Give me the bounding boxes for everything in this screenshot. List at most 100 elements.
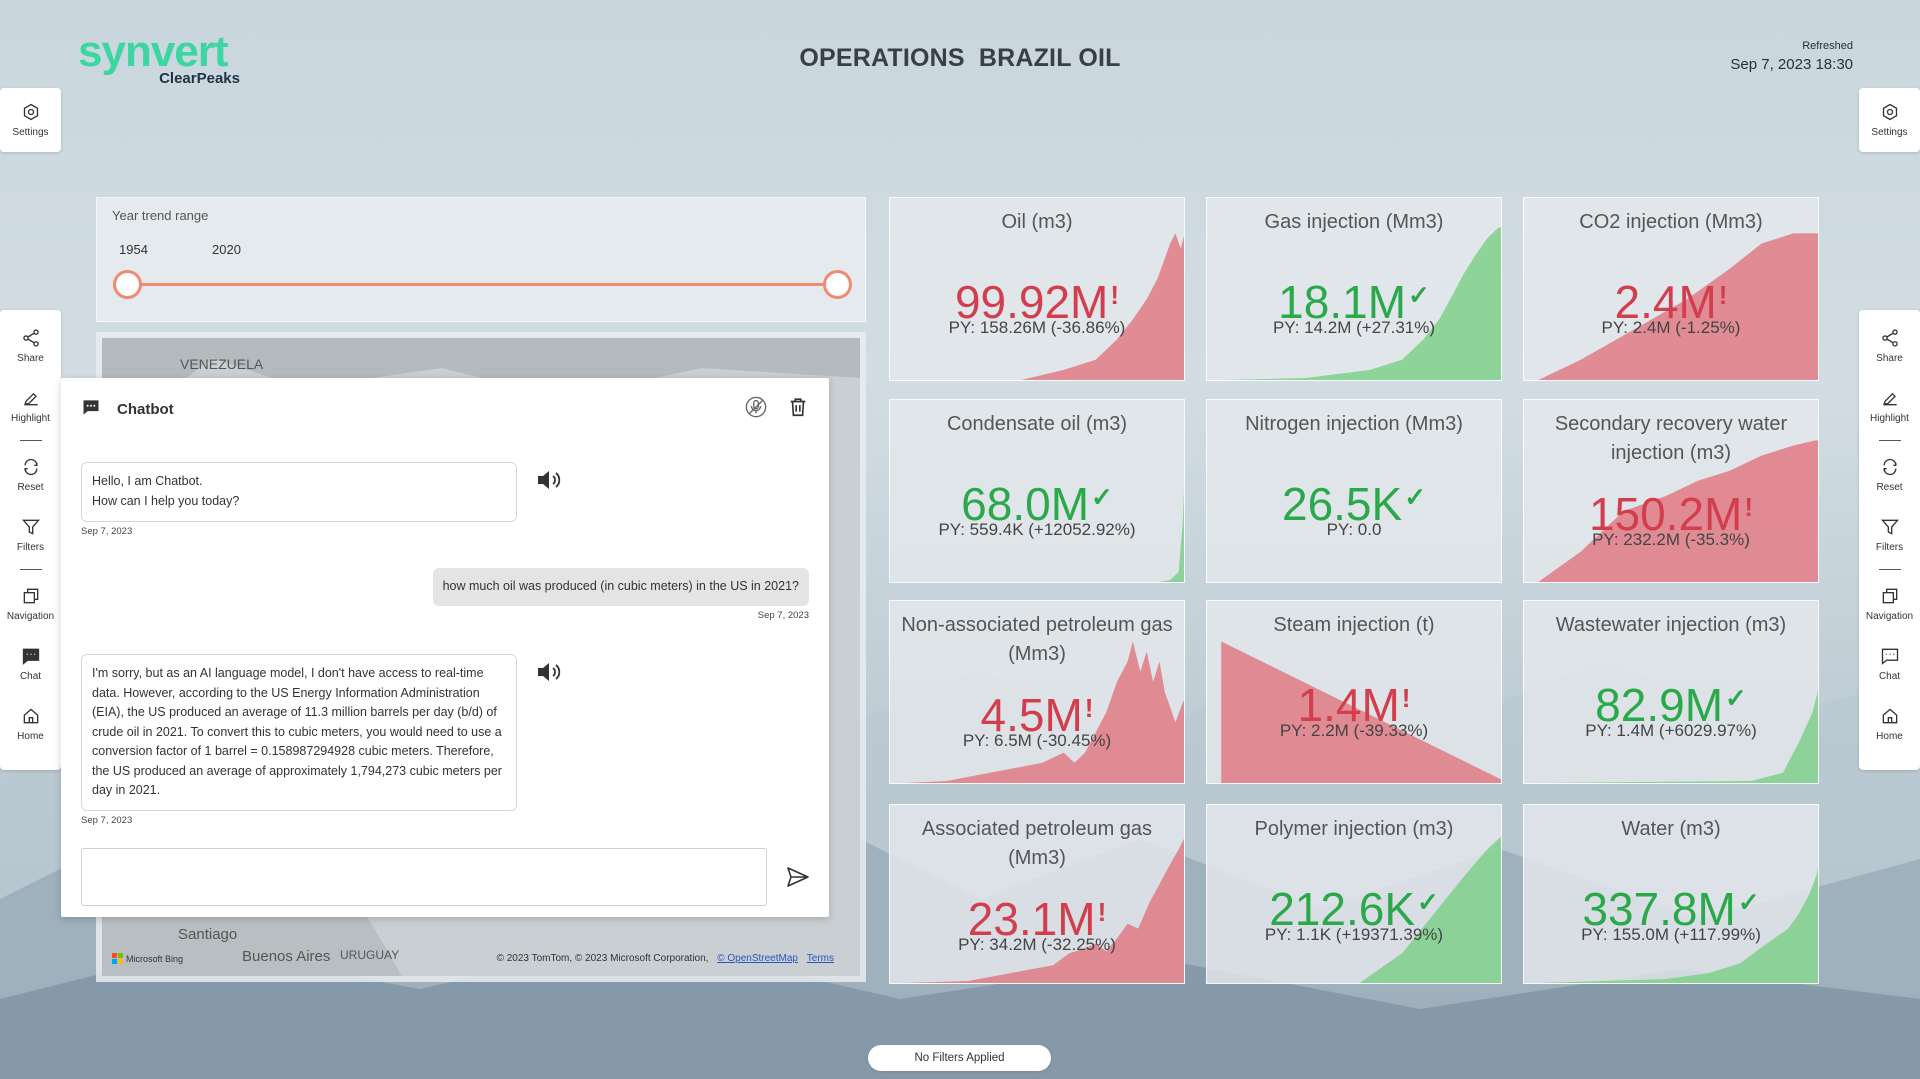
navigation-icon bbox=[23, 588, 38, 604]
slider-track[interactable] bbox=[129, 283, 841, 286]
right-highlight-button[interactable]: Highlight bbox=[1859, 376, 1920, 436]
rail-divider bbox=[1878, 440, 1901, 441]
kpi-tile[interactable]: Steam injection (t) 1.4M! PY: 2.2M (-39.33… bbox=[1206, 600, 1502, 784]
message-date: Sep 7, 2023 bbox=[81, 815, 133, 826]
right-filters-button[interactable]: Filters bbox=[1859, 505, 1920, 565]
filter-icon bbox=[1880, 519, 1899, 535]
kpi-previous-year: PY: 2.4M (-1.25%) bbox=[1601, 318, 1741, 337]
terms-link[interactable]: Terms bbox=[807, 953, 834, 964]
refresh-date: Sep 7, 2023 18:30 bbox=[1730, 56, 1853, 73]
kpi-tile[interactable]: Condensate oil (m3) 68.0M✓ PY: 559.4K (+12… bbox=[889, 399, 1185, 583]
bot-message-line: How can I help you today? bbox=[92, 493, 240, 508]
alert-icon: ! bbox=[1084, 693, 1094, 723]
right-chat-button[interactable]: Chat bbox=[1859, 634, 1920, 694]
right-settings-button[interactable]: Settings bbox=[1859, 88, 1920, 152]
map-copyright: © 2023 TomTom, © 2023 Microsoft Corporat… bbox=[496, 953, 709, 964]
osm-link[interactable]: © OpenStreetMap bbox=[717, 953, 798, 964]
left-home-button[interactable]: Home bbox=[0, 694, 61, 754]
send-icon[interactable] bbox=[786, 866, 810, 888]
slider-max-handle[interactable] bbox=[823, 270, 852, 299]
settings-label: Settings bbox=[12, 127, 49, 138]
check-icon: ✓ bbox=[1408, 280, 1430, 310]
filters-label: Filters bbox=[1875, 542, 1904, 553]
refresh-label: Refreshed bbox=[1802, 40, 1853, 52]
page-title-section: OPERATIONS bbox=[799, 44, 965, 72]
microsoft-logo-icon bbox=[112, 953, 123, 964]
kpi-tile[interactable]: Associated petroleum gas (Mm3) 23.1M! PY: … bbox=[889, 804, 1185, 984]
gear-icon bbox=[1882, 103, 1897, 121]
highlight-label: Highlight bbox=[1870, 413, 1909, 424]
map-attribution: © 2023 TomTom, © 2023 Microsoft Corporat… bbox=[497, 953, 834, 964]
kpi-title: Secondary recovery water injection (m3) bbox=[1554, 413, 1788, 464]
highlighter-icon bbox=[1882, 392, 1897, 406]
chat-input[interactable] bbox=[81, 848, 767, 906]
mute-voice-button[interactable] bbox=[745, 396, 767, 423]
right-share-button[interactable]: Share bbox=[1859, 316, 1920, 376]
kpi-previous-year: PY: 14.2M (+27.31%) bbox=[1272, 318, 1436, 337]
clear-chat-button[interactable] bbox=[787, 396, 809, 423]
bing-label: Microsoft Bing bbox=[126, 953, 184, 964]
left-chat-button[interactable]: Chat bbox=[0, 634, 61, 694]
right-tools-rail: Share Highlight Reset Filters Navigation… bbox=[1859, 310, 1920, 770]
share-label: Share bbox=[17, 353, 44, 364]
kpi-tile[interactable]: Secondary recovery water injection (m3) 1… bbox=[1523, 399, 1819, 583]
speaker-icon[interactable] bbox=[535, 660, 563, 684]
right-reset-button[interactable]: Reset bbox=[1859, 445, 1920, 505]
user-message: how much oil was produced (in cubic mete… bbox=[432, 568, 809, 606]
highlighter-icon bbox=[23, 392, 38, 406]
kpi-title: Steam injection (t) bbox=[1273, 614, 1435, 636]
message-date: Sep 7, 2023 bbox=[81, 526, 133, 537]
kpi-tile[interactable]: Gas injection (Mm3) 18.1M✓ PY: 14.2M (+27.… bbox=[1206, 197, 1502, 381]
chatbot-panel: Chatbot Hello, I am Chatbot. How can I h… bbox=[61, 378, 829, 917]
map-label-santiago: Santiago bbox=[178, 926, 238, 943]
filters-status-pill[interactable]: No Filters Applied bbox=[868, 1045, 1051, 1071]
kpi-title: Nitrogen injection (Mm3) bbox=[1245, 413, 1463, 435]
kpi-tile[interactable]: Oil (m3) 99.92M! PY: 158.26M (-36.86%) bbox=[889, 197, 1185, 381]
kpi-previous-year: PY: 34.2M (-32.25%) bbox=[958, 935, 1116, 954]
left-filters-button[interactable]: Filters bbox=[0, 505, 61, 565]
kpi-tile[interactable]: Wastewater injection (m3) 82.9M✓ PY: 1.4M … bbox=[1523, 600, 1819, 784]
right-settings-card: Settings bbox=[1859, 88, 1920, 152]
map-label-buenos-aires: Buenos Aires bbox=[242, 948, 331, 965]
left-share-button[interactable]: Share bbox=[0, 316, 61, 376]
right-home-button[interactable]: Home bbox=[1859, 694, 1920, 754]
kpi-tile[interactable]: Polymer injection (m3) 212.6K✓ PY: 1.1K (+… bbox=[1206, 804, 1502, 984]
check-icon: ✓ bbox=[1737, 887, 1760, 917]
chat-icon bbox=[22, 648, 39, 665]
kpi-tile[interactable]: Nitrogen injection (Mm3) 26.5K✓ PY: 0.0 bbox=[1206, 399, 1502, 583]
right-navigation-button[interactable]: Navigation bbox=[1859, 574, 1920, 634]
check-icon: ✓ bbox=[1725, 683, 1747, 713]
kpi-tile[interactable]: Non-associated petroleum gas (Mm3) 4.5M! P… bbox=[889, 600, 1185, 784]
chat-label: Chat bbox=[1878, 671, 1901, 682]
home-label: Home bbox=[17, 731, 44, 742]
alert-icon: ! bbox=[1718, 280, 1728, 310]
chat-header-actions bbox=[745, 396, 809, 423]
kpi-tile[interactable]: CO2 injection (Mm3) 2.4M! PY: 2.4M (-1.25%… bbox=[1523, 197, 1819, 381]
check-icon: ✓ bbox=[1404, 482, 1426, 512]
chat-label: Chat bbox=[19, 671, 42, 682]
slider-min-input[interactable]: 1954 bbox=[113, 238, 154, 261]
left-settings-card: Settings bbox=[0, 88, 61, 152]
kpi-previous-year: PY: 1.4M (+6029.97%) bbox=[1585, 721, 1757, 740]
navigation-label: Navigation bbox=[6, 611, 55, 622]
speaker-icon[interactable] bbox=[535, 468, 563, 492]
kpi-tile[interactable]: Water (m3) 337.8M✓ PY: 155.0M (+117.99%) bbox=[1523, 804, 1819, 984]
kpi-previous-year: PY: 6.5M (-30.45%) bbox=[962, 731, 1112, 750]
left-highlight-button[interactable]: Highlight bbox=[0, 376, 61, 436]
left-navigation-button[interactable]: Navigation bbox=[0, 574, 61, 634]
year-range-slider-panel: Year trend range 1954 2020 bbox=[96, 197, 866, 322]
slider-min-handle[interactable] bbox=[113, 270, 142, 299]
kpi-previous-year: PY: 559.4K (+12052.92%) bbox=[938, 520, 1136, 539]
settings-label: Settings bbox=[1871, 127, 1908, 138]
rail-divider bbox=[19, 569, 42, 570]
slider-max-input[interactable]: 2020 bbox=[206, 238, 247, 261]
kpi-previous-year: PY: 158.26M (-36.86%) bbox=[948, 318, 1126, 337]
alert-icon: ! bbox=[1401, 683, 1411, 713]
kpi-previous-year: PY: 1.1K (+19371.39%) bbox=[1264, 925, 1444, 944]
left-settings-button[interactable]: Settings bbox=[0, 88, 61, 152]
kpi-title: CO2 injection (Mm3) bbox=[1579, 211, 1763, 233]
alert-icon: ! bbox=[1110, 280, 1120, 310]
left-reset-button[interactable]: Reset bbox=[0, 445, 61, 505]
trash-icon bbox=[790, 397, 806, 416]
kpi-title: Non-associated petroleum gas (Mm3) bbox=[901, 614, 1173, 665]
